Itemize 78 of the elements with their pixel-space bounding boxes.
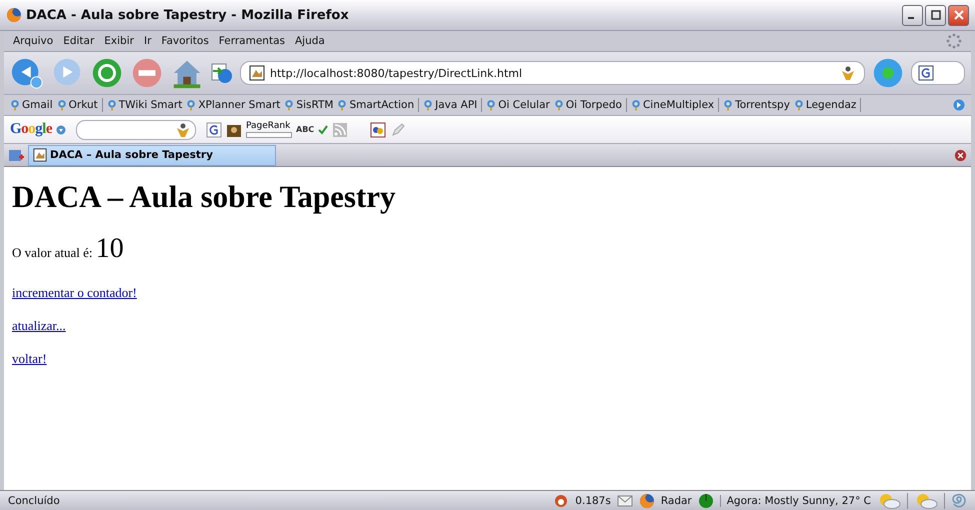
value-label: O valor atual é:: [12, 245, 92, 260]
load-time: 0.187s: [575, 494, 611, 506]
window-title: DACA - Aula sobre Tapestry - Mozilla Firefox: [26, 8, 349, 22]
spellcheck-label[interactable]: ABC: [296, 125, 314, 134]
link[interactable]: voltar!: [12, 351, 47, 366]
bulb-icon: [630, 98, 641, 112]
bulb-icon: [723, 98, 734, 112]
rss-icon[interactable]: [332, 122, 348, 138]
mail-icon[interactable]: [616, 492, 633, 508]
bulb-icon: [106, 98, 117, 112]
menu-item[interactable]: Favoritos: [161, 35, 209, 47]
close-button[interactable]: [948, 4, 969, 26]
sun-cloud-icon[interactable]: [907, 492, 938, 508]
figure-icon: [175, 122, 192, 138]
go-icon[interactable]: [871, 56, 905, 90]
bookmark-item[interactable]: CineMultiplex: [630, 98, 714, 112]
menu-item[interactable]: Arquivo: [13, 35, 54, 47]
bookmark-item[interactable]: TWiki Smart: [106, 98, 182, 112]
bulb-icon: [794, 98, 804, 112]
bookmark-item[interactable]: Oi Celular: [486, 98, 550, 112]
close-tab-icon[interactable]: [954, 148, 967, 162]
bookmark-item[interactable]: Java API: [423, 98, 478, 112]
swirl-icon[interactable]: [944, 492, 967, 508]
radar-icon[interactable]: [698, 492, 714, 508]
menu-item[interactable]: Editar: [63, 35, 94, 47]
menu-item[interactable]: Ajuda: [294, 35, 325, 47]
chevron-icon[interactable]: [953, 99, 965, 111]
bulb-icon: [284, 98, 294, 112]
bulb-icon: [337, 98, 348, 112]
minimize-icon: [908, 17, 914, 19]
sun-cloud-icon[interactable]: [877, 492, 901, 508]
address-field[interactable]: http://localhost:8080/tapestry/DirectLink.html: [240, 61, 865, 85]
throbber-icon: [946, 33, 962, 49]
bulb-icon: [56, 98, 67, 112]
bulb-icon: [186, 98, 196, 112]
bookmark-item[interactable]: Orkut: [56, 98, 98, 112]
maximize-icon: [930, 10, 940, 20]
bookmark-item[interactable]: Torrentspy: [723, 98, 790, 112]
bookmark-item[interactable]: XPlanner Smart: [186, 98, 280, 112]
bookmark-item[interactable]: Legendaz: [794, 98, 856, 112]
shapes-icon[interactable]: [370, 122, 386, 138]
bulb-icon: [423, 98, 434, 112]
menu-item[interactable]: Ferramentas: [218, 35, 285, 47]
reload-icon[interactable]: [90, 56, 124, 90]
browser-tab[interactable]: DACA – Aula sobre Tapestry: [28, 144, 276, 166]
menu-item[interactable]: Exibir: [104, 35, 134, 47]
google-g-icon[interactable]: [206, 122, 222, 138]
pagerank-meter: PageRank: [246, 121, 292, 138]
weather-text[interactable]: Agora: Mostly Sunny, 27° C: [720, 494, 871, 506]
minimize-button[interactable]: [902, 4, 923, 26]
search-field[interactable]: [76, 120, 196, 140]
figure-icon: [840, 65, 856, 81]
status-text: Concluído: [8, 494, 60, 506]
dropdown-icon[interactable]: [56, 124, 66, 134]
counter-value: 10: [96, 233, 124, 264]
bookmark-item[interactable]: Gmail: [10, 98, 53, 112]
google-logo[interactable]: Google: [10, 121, 52, 138]
radar-label[interactable]: Radar: [660, 494, 692, 506]
search-field[interactable]: [911, 61, 965, 85]
page-icon: [33, 148, 47, 162]
page-icon: [249, 65, 265, 81]
bookmark-item[interactable]: SisRTM: [284, 98, 334, 112]
bulb-icon: [554, 98, 564, 112]
check-icon[interactable]: [318, 124, 328, 134]
back-icon[interactable]: [10, 56, 44, 90]
bulb-icon: [10, 98, 20, 112]
menu-item[interactable]: Ir: [144, 35, 152, 47]
bookmark-item[interactable]: Oi Torpedo: [554, 98, 622, 112]
maximize-button[interactable]: [925, 4, 946, 26]
link[interactable]: atualizar...: [12, 318, 66, 333]
google-g-icon: [918, 65, 934, 81]
bulb-icon: [486, 98, 496, 112]
bookmark-item[interactable]: SmartAction: [337, 98, 414, 112]
page-heading: DACA – Aula sobre Tapestry: [12, 179, 397, 215]
new-tab-icon[interactable]: [8, 147, 24, 163]
stop-icon[interactable]: [130, 56, 164, 90]
link[interactable]: incrementar o contador!: [12, 285, 137, 300]
close-icon: [954, 10, 964, 20]
